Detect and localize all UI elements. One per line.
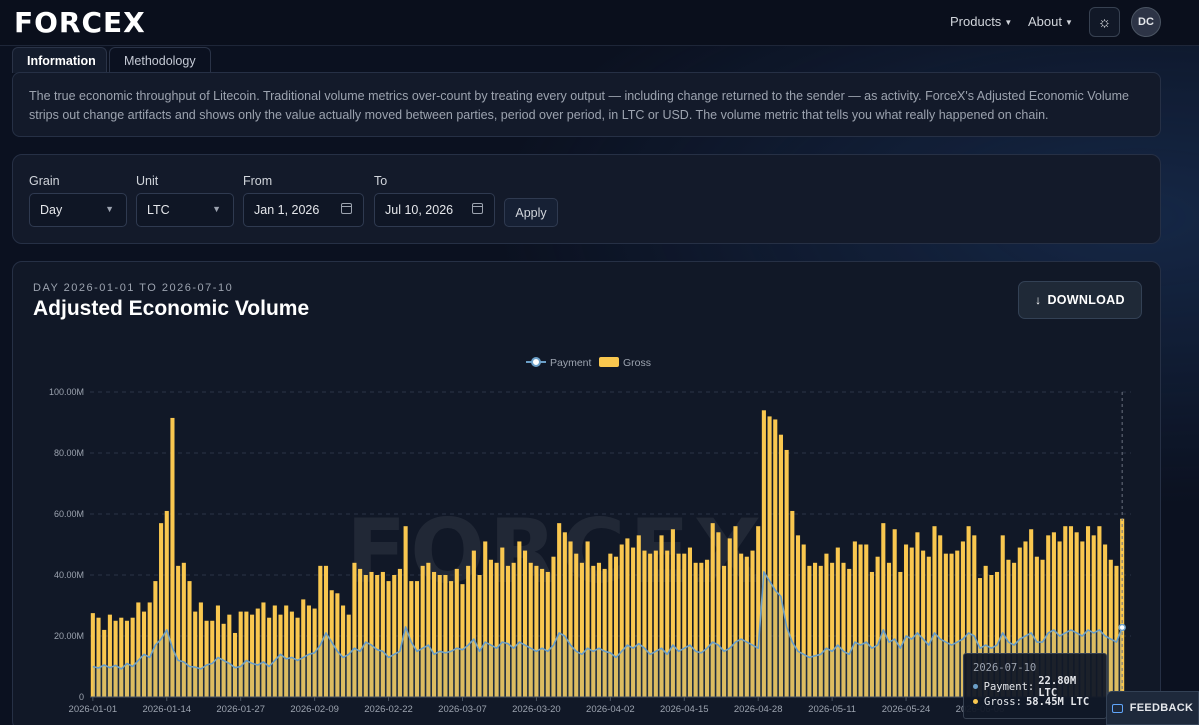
- nav-products[interactable]: Products ▼: [950, 14, 1012, 29]
- grain-select[interactable]: Day ▼: [29, 193, 127, 227]
- from-date-input[interactable]: Jan 1, 2026: [243, 193, 364, 227]
- legend-gross-swatch: [599, 357, 619, 367]
- x-tick-label: 2026-02-22: [364, 704, 413, 715]
- from-date-value: Jan 1, 2026: [254, 203, 320, 217]
- calendar-icon[interactable]: [472, 203, 483, 214]
- tooltip-gross-value: 58.45M LTC: [1025, 695, 1090, 708]
- x-tick-label: 2026-05-24: [882, 704, 931, 715]
- y-tick-label: 100.00M: [49, 387, 84, 397]
- legend-payment-marker: [531, 357, 541, 367]
- theme-toggle-button[interactable]: ☼: [1089, 7, 1120, 37]
- gross-dot: [973, 699, 978, 704]
- to-label: To: [374, 174, 388, 188]
- calendar-icon[interactable]: [341, 203, 352, 214]
- grain-label: Grain: [29, 174, 60, 188]
- info-description: The true economic throughput of Litecoin…: [29, 89, 1129, 122]
- x-tick-label: 2026-04-02: [586, 704, 635, 715]
- x-tick-label: 2026-02-09: [290, 704, 339, 715]
- x-tick-label: 2026-03-20: [512, 704, 561, 715]
- apply-button[interactable]: Apply: [504, 198, 558, 227]
- feedback-label: FEEDBACK: [1129, 702, 1194, 714]
- x-tick-label: 2026-04-28: [734, 704, 783, 715]
- y-tick-label: 20.00M: [54, 631, 84, 641]
- grain-value: Day: [40, 203, 63, 217]
- chevron-down-icon: ▼: [105, 204, 114, 214]
- chart-legend: Payment Gross: [526, 357, 651, 369]
- chart-tooltip: 2026-07-10 Payment:22.80M LTC Gross:58.4…: [963, 653, 1107, 719]
- top-bar: FORCEX Products ▼ About ▼ ☼ DC: [0, 0, 1199, 46]
- y-tick-label: 40.00M: [54, 570, 84, 580]
- chat-icon: [1111, 703, 1123, 713]
- unit-select[interactable]: LTC ▼: [136, 193, 234, 227]
- x-tick-label: 2026-01-14: [142, 704, 191, 715]
- to-date-value: Jul 10, 2026: [385, 203, 454, 217]
- tooltip-gross-row: Gross:58.45M LTC: [973, 694, 1097, 709]
- tooltip-payment-label: Payment: [983, 680, 1028, 693]
- nav-about[interactable]: About ▼: [1028, 14, 1073, 29]
- sun-icon: ☼: [1097, 13, 1112, 31]
- x-tick-label: 2026-01-27: [216, 704, 265, 715]
- feedback-button[interactable]: FEEDBACK: [1106, 691, 1199, 725]
- y-tick-label: 80.00M: [54, 448, 84, 458]
- chevron-down-icon: ▼: [212, 204, 221, 214]
- tab-information[interactable]: Information: [12, 47, 107, 73]
- chevron-down-icon: ▼: [1064, 18, 1073, 28]
- to-date-input[interactable]: Jul 10, 2026: [374, 193, 495, 227]
- payment-dot: [973, 684, 978, 689]
- legend-payment-label: Payment: [550, 357, 592, 369]
- tab-methodology[interactable]: Methodology: [109, 47, 211, 73]
- x-tick-label: 2026-03-07: [438, 704, 487, 715]
- tooltip-date: 2026-07-10: [973, 662, 1037, 674]
- x-tick-label: 2026-01-01: [69, 704, 118, 715]
- legend-gross-label: Gross: [623, 357, 651, 369]
- avatar[interactable]: DC: [1131, 7, 1161, 37]
- nav-products-label: Products: [950, 14, 1002, 29]
- nav-about-label: About: [1028, 14, 1062, 29]
- info-card: The true economic throughput of Litecoin…: [12, 72, 1161, 137]
- filter-panel: Grain Day ▼ Unit LTC ▼ From Jan 1, 2026 …: [12, 154, 1161, 244]
- from-label: From: [243, 174, 273, 188]
- x-tick-label: 2026-04-15: [660, 704, 709, 715]
- y-tick-label: 60.00M: [54, 509, 84, 519]
- tooltip-gross-label: Gross: [984, 695, 1016, 708]
- x-tick-label: 2026-05-11: [808, 704, 856, 715]
- unit-value: LTC: [147, 203, 170, 217]
- unit-label: Unit: [136, 174, 159, 188]
- tooltip-payment-row: Payment:22.80M LTC: [973, 675, 1097, 699]
- brand-logo[interactable]: FORCEX: [14, 6, 146, 39]
- chevron-down-icon: ▼: [1004, 18, 1013, 28]
- y-tick-label: 0: [79, 692, 84, 702]
- payment-point: [1118, 623, 1126, 632]
